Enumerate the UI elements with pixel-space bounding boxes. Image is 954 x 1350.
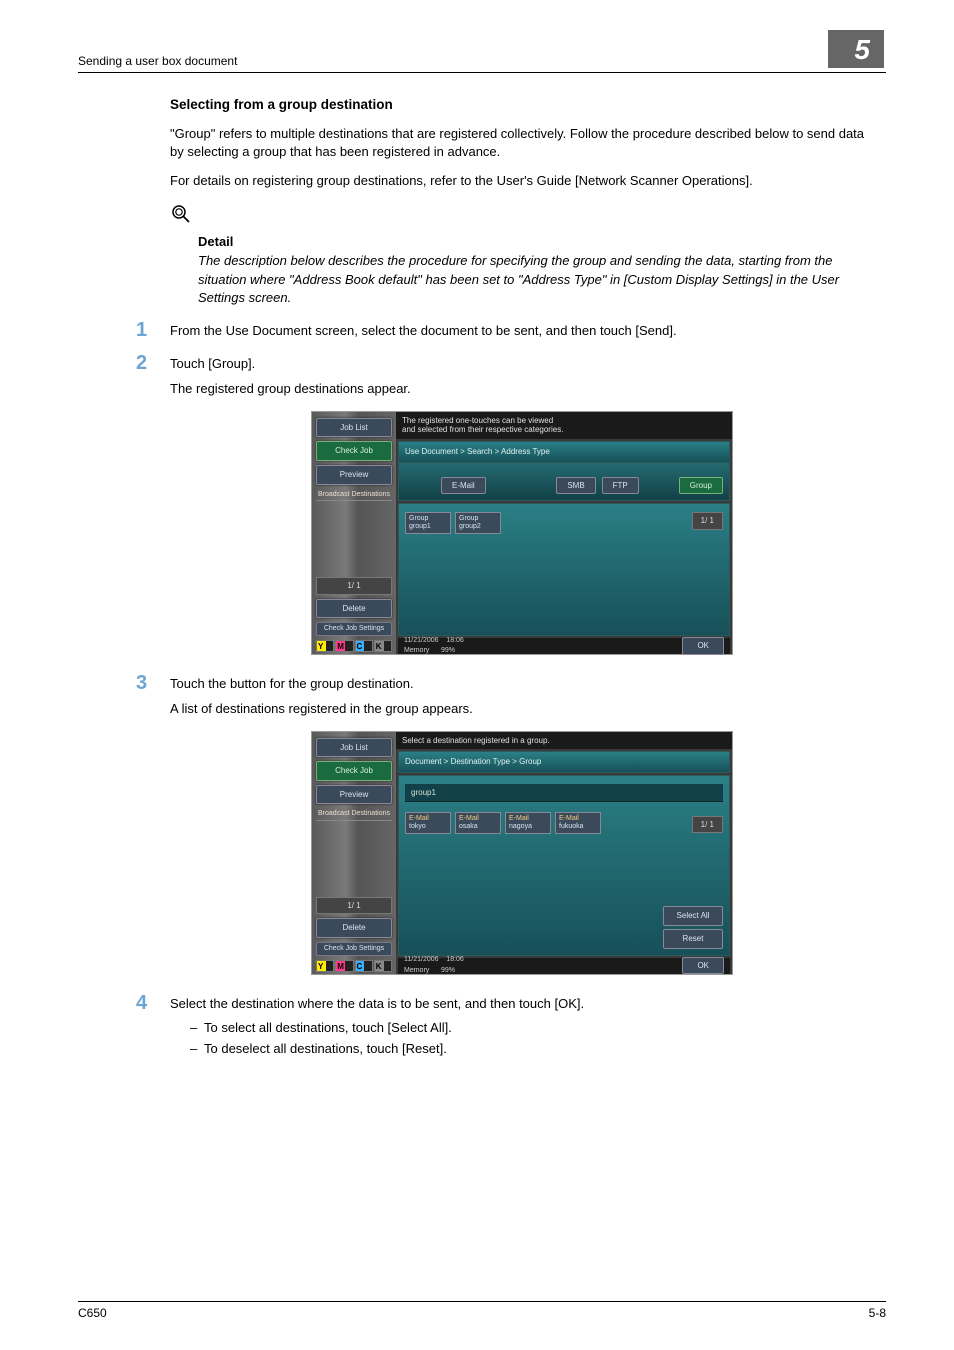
step-number-4: 4 bbox=[136, 993, 170, 1062]
check-job-settings-button[interactable]: Check Job Settings bbox=[316, 622, 392, 636]
job-list-button[interactable]: Job List bbox=[316, 418, 392, 438]
group-item-2[interactable]: Group group2 bbox=[455, 512, 501, 533]
step-text-1: From the Use Document screen, select the… bbox=[170, 320, 874, 341]
step-text-3: Touch the button for the group destinati… bbox=[170, 675, 874, 694]
step-text-2: Touch [Group]. bbox=[170, 355, 874, 374]
group-item-1[interactable]: Group group1 bbox=[405, 512, 451, 533]
step-sub-3: A list of destinations registered in the… bbox=[170, 700, 874, 719]
preview-button[interactable]: Preview bbox=[316, 785, 392, 805]
ok-button[interactable]: OK bbox=[682, 957, 724, 975]
detail-block: Detail The description below describes t… bbox=[170, 203, 874, 308]
section-title: Selecting from a group destination bbox=[170, 95, 874, 115]
step-4-bullet-1: To select all destinations, touch [Selec… bbox=[190, 1019, 874, 1038]
check-job-button[interactable]: Check Job bbox=[316, 441, 392, 461]
tab-smb[interactable]: SMB bbox=[556, 477, 595, 495]
intro-paragraph-1: "Group" refers to multiple destinations … bbox=[170, 125, 874, 163]
intro-paragraph-2: For details on registering group destina… bbox=[170, 172, 874, 191]
dest-item-fukuoka[interactable]: E-Mail fukuoka bbox=[555, 812, 601, 833]
dest-item-nagoya[interactable]: E-Mail nagoya bbox=[505, 812, 551, 833]
message-bar: Select a destination registered in a gro… bbox=[396, 732, 732, 750]
job-list-button[interactable]: Job List bbox=[316, 738, 392, 758]
tab-ftp[interactable]: FTP bbox=[602, 477, 639, 495]
side-page-indicator: 1/ 1 bbox=[316, 577, 392, 595]
detail-label: Detail bbox=[198, 233, 874, 252]
message-bar: The registered one-touches can be viewed… bbox=[396, 412, 732, 439]
ok-button[interactable]: OK bbox=[682, 637, 724, 655]
main-panel: 1/ 1 Group group1 Group group2 bbox=[398, 503, 730, 636]
page-indicator: 1/ 1 bbox=[692, 816, 723, 834]
address-type-tabs: E-Mail SMB FTP Group bbox=[398, 463, 730, 502]
footer-left: C650 bbox=[78, 1306, 107, 1320]
header-left: Sending a user box document bbox=[78, 54, 237, 68]
screenshot-group-list: Job List Check Job Preview Broadcast Des… bbox=[311, 411, 733, 655]
tab-group[interactable]: Group bbox=[679, 477, 723, 495]
detail-text: The description below describes the proc… bbox=[198, 252, 874, 309]
broadcast-dest-label: Broadcast Destinations bbox=[316, 489, 392, 502]
step-sub-2: The registered group destinations appear… bbox=[170, 380, 874, 399]
check-job-settings-button[interactable]: Check Job Settings bbox=[316, 942, 392, 956]
step-number-1: 1 bbox=[136, 320, 170, 341]
select-all-button[interactable]: Select All bbox=[663, 906, 723, 926]
screenshot-group-members: Job List Check Job Preview Broadcast Des… bbox=[311, 731, 733, 975]
step-4-bullet-2: To deselect all destinations, touch [Res… bbox=[190, 1040, 874, 1059]
step-text-4: Select the destination where the data is… bbox=[170, 995, 874, 1014]
tab-email[interactable]: E-Mail bbox=[441, 477, 486, 495]
preview-button[interactable]: Preview bbox=[316, 465, 392, 485]
main-panel: group1 1/ 1 E-Mail tokyo E-Mail osaka E-… bbox=[398, 775, 730, 956]
status-bar: 11/21/2006 18:06 Memory 99% OK bbox=[398, 958, 730, 974]
group-name-header: group1 bbox=[405, 784, 723, 803]
delete-button[interactable]: Delete bbox=[316, 918, 392, 938]
magnifier-icon bbox=[170, 203, 192, 231]
toner-indicators: Y M C K bbox=[316, 960, 392, 972]
breadcrumb: Document > Destination Type > Group bbox=[398, 751, 730, 773]
status-bar: 11/21/2006 18:06 Memory 99% OK bbox=[398, 638, 730, 654]
page-indicator: 1/ 1 bbox=[692, 512, 723, 530]
step-number-3: 3 bbox=[136, 673, 170, 719]
toner-indicators: Y M C K bbox=[316, 640, 392, 652]
check-job-button[interactable]: Check Job bbox=[316, 761, 392, 781]
breadcrumb: Use Document > Search > Address Type bbox=[398, 441, 730, 463]
step-number-2: 2 bbox=[136, 353, 170, 399]
dest-item-tokyo[interactable]: E-Mail tokyo bbox=[405, 812, 451, 833]
delete-button[interactable]: Delete bbox=[316, 599, 392, 619]
reset-button[interactable]: Reset bbox=[663, 929, 723, 949]
chapter-number: 5 bbox=[828, 30, 884, 68]
dest-item-osaka[interactable]: E-Mail osaka bbox=[455, 812, 501, 833]
broadcast-dest-label: Broadcast Destinations bbox=[316, 808, 392, 821]
side-page-indicator: 1/ 1 bbox=[316, 897, 392, 915]
footer-right: 5-8 bbox=[869, 1306, 886, 1320]
